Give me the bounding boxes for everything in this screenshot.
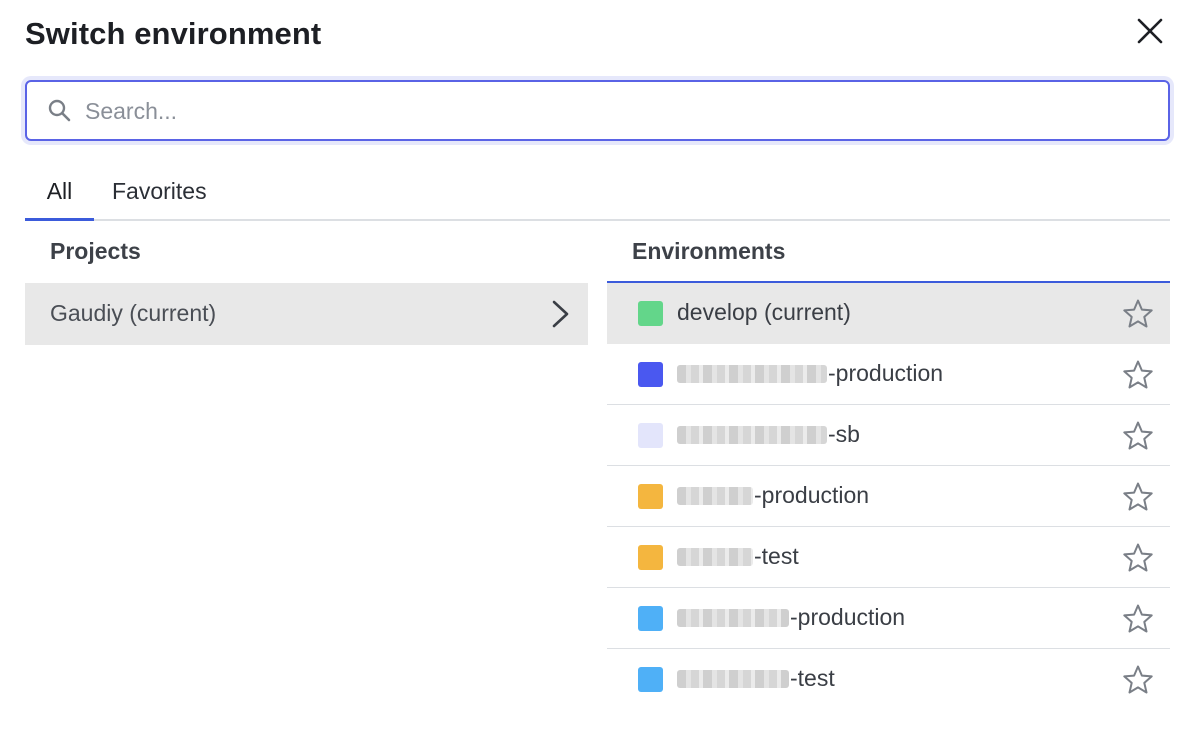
environment-name-suffix: -sb xyxy=(828,421,860,447)
favorite-star-icon[interactable] xyxy=(1122,481,1154,513)
favorite-star-icon[interactable] xyxy=(1122,603,1154,635)
environment-color-swatch xyxy=(638,423,663,448)
tab-favorites[interactable]: Favorites xyxy=(112,174,207,221)
search-icon xyxy=(47,98,73,124)
favorite-star-icon[interactable] xyxy=(1122,664,1154,696)
environment-name-suffix: develop (current) xyxy=(677,299,851,325)
environment-name: develop (current) xyxy=(677,299,851,326)
environment-name: -test xyxy=(677,665,835,692)
environment-color-swatch xyxy=(638,484,663,509)
environment-name-suffix: -production xyxy=(828,360,944,386)
environment-name: -production xyxy=(677,482,869,509)
environment-name: -production xyxy=(677,604,905,631)
search-box[interactable] xyxy=(25,80,1170,141)
chevron-right-icon xyxy=(548,299,572,329)
close-icon[interactable] xyxy=(1135,16,1165,46)
environments-header: Environments xyxy=(632,238,786,264)
favorite-star-icon[interactable] xyxy=(1122,298,1154,330)
redacted-text xyxy=(677,547,753,566)
environment-name-suffix: -production xyxy=(754,482,870,508)
environment-name: -production xyxy=(677,360,943,387)
environment-color-swatch xyxy=(638,667,663,692)
search-input[interactable] xyxy=(85,92,1145,130)
environment-color-swatch xyxy=(638,606,663,631)
environment-item[interactable]: -production xyxy=(607,588,1170,649)
dialog-header: Switch environment xyxy=(25,14,1175,58)
redacted-text xyxy=(677,669,789,688)
environment-name: -sb xyxy=(677,421,860,448)
environment-color-swatch xyxy=(638,362,663,387)
favorite-star-icon[interactable] xyxy=(1122,420,1154,452)
environment-list: develop (current) -production -sb -producti… xyxy=(607,283,1170,710)
redacted-text xyxy=(677,486,753,505)
environment-name-suffix: -test xyxy=(754,543,799,569)
environment-item[interactable]: -sb xyxy=(607,405,1170,466)
project-label: Gaudiy (current) xyxy=(50,300,217,326)
environment-color-swatch xyxy=(638,301,663,326)
environment-item[interactable]: -production xyxy=(607,344,1170,405)
redacted-text xyxy=(677,364,827,383)
environment-color-swatch xyxy=(638,545,663,570)
environment-item[interactable]: -test xyxy=(607,649,1170,710)
environment-name-suffix: -test xyxy=(790,665,835,691)
redacted-text xyxy=(677,608,789,627)
tab-bar: All Favorites xyxy=(25,170,1170,221)
environment-name-suffix: -production xyxy=(790,604,906,630)
environment-name: -test xyxy=(677,543,799,570)
environment-item[interactable]: develop (current) xyxy=(607,283,1170,344)
project-item-gaudiy[interactable]: Gaudiy (current) xyxy=(25,283,588,345)
favorite-star-icon[interactable] xyxy=(1122,542,1154,574)
environment-item[interactable]: -test xyxy=(607,527,1170,588)
dialog-title: Switch environment xyxy=(25,16,322,51)
tab-all[interactable]: All xyxy=(25,174,94,221)
favorite-star-icon[interactable] xyxy=(1122,359,1154,391)
environment-item[interactable]: -production xyxy=(607,466,1170,527)
redacted-text xyxy=(677,425,827,444)
projects-header: Projects xyxy=(50,238,141,264)
